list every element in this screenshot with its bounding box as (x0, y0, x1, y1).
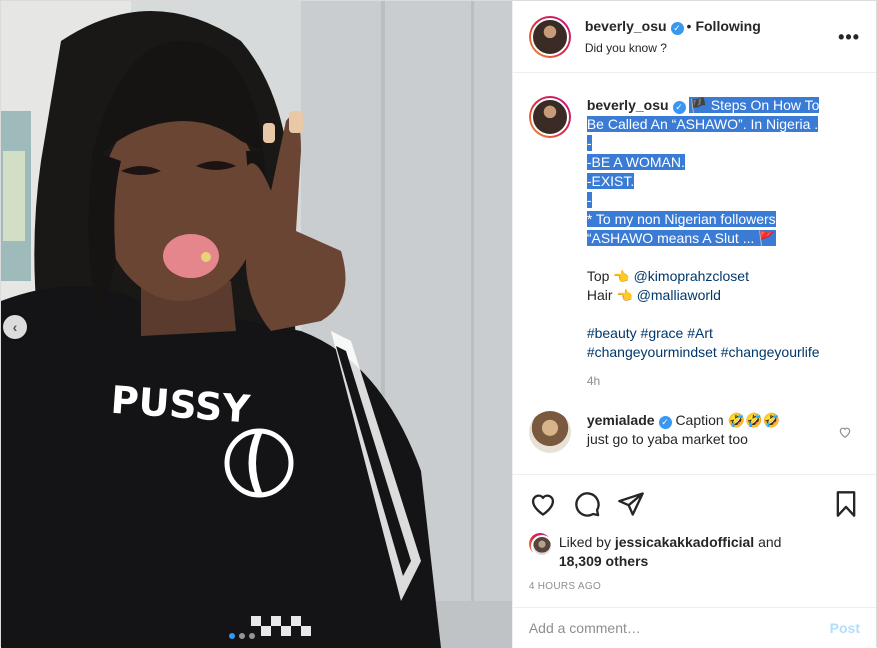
comments-section: beverly_osu ✓ 🏴 Steps On How To Be Called… (513, 74, 876, 474)
post-actions: Liked by jessicakakkadofficial and 18,30… (512, 474, 876, 592)
caption-username[interactable]: beverly_osu (587, 97, 669, 113)
post-timestamp[interactable]: 4 HOURS AGO (529, 581, 860, 592)
carousel-dot (239, 633, 245, 639)
post-header: beverly_osu ✓ • Following Did you know ? ••… (512, 1, 876, 73)
comment-item: yemialade ✓ Caption 🤣🤣🤣 just go to yaba m… (528, 411, 860, 453)
commenter-username[interactable]: yemialade (587, 412, 655, 428)
carousel-indicator (229, 633, 255, 639)
post-location[interactable]: Did you know ? (585, 41, 761, 55)
hashtag-line[interactable]: #beauty #grace #Art (587, 324, 845, 343)
pointing-hand-icon: 👈 (616, 288, 633, 303)
carousel-dot (249, 633, 255, 639)
author-avatar[interactable] (528, 15, 571, 58)
pointing-hand-icon: 👈 (613, 269, 630, 284)
more-icon[interactable]: ••• (838, 27, 860, 48)
caption-line: - (586, 192, 592, 208)
caption-line: 🏴 Steps On How To (689, 97, 820, 113)
caption-line: -EXIST. (586, 173, 635, 189)
header-separator: • (686, 18, 692, 34)
comment-input[interactable] (528, 620, 830, 636)
caption-line: * To my non Nigerian followers (586, 211, 776, 227)
verified-icon: ✓ (670, 22, 684, 35)
comment-text: Caption 🤣🤣🤣 (675, 412, 780, 428)
liker-avatar[interactable] (528, 533, 553, 557)
verified-icon: ✓ (672, 101, 686, 114)
share-icon[interactable] (617, 490, 645, 518)
verified-icon: ✓ (658, 416, 672, 429)
caption-line: - (586, 135, 592, 151)
post-media[interactable]: PUSSY ‹ (1, 1, 512, 648)
heart-icon[interactable] (529, 490, 557, 518)
chevron-left-icon: ‹ (12, 319, 18, 335)
carousel-dot (229, 633, 235, 639)
heart-small-icon[interactable] (838, 425, 852, 439)
post-comment-button[interactable]: Post (830, 620, 860, 636)
likes-and: and (758, 534, 782, 550)
liker-username[interactable]: jessicakakkadofficial (615, 534, 754, 550)
liked-by-label: Liked by (558, 534, 611, 550)
add-comment-bar: Post (512, 607, 876, 648)
caption-avatar[interactable] (528, 96, 571, 138)
hashtag-line[interactable]: #changeyourmindset #changeyourlife (587, 343, 845, 362)
caption-line: -BE A WOMAN. (586, 154, 685, 170)
post-caption: beverly_osu ✓ 🏴 Steps On How To Be Called… (528, 96, 860, 391)
caption-line: Be Called An “ASHAWO”. In Nigeria . (586, 116, 819, 132)
likes-others[interactable]: 18,309 others (559, 553, 649, 569)
caption-line: “ASHAWO means A Slut ... 🚩 (586, 230, 776, 246)
author-username[interactable]: beverly_osu (585, 18, 667, 34)
credit-label: Top (586, 268, 610, 284)
prev-slide-button[interactable]: ‹ (3, 315, 27, 339)
post-dialog: PUSSY ‹ beverly_osu ✓ • Following Did you k… (0, 0, 877, 648)
commenter-avatar[interactable] (528, 411, 571, 453)
mention-link[interactable]: @kimoprahzcloset (634, 268, 749, 284)
comment-text: just go to yaba market too (586, 431, 748, 447)
credit-label: Hair (586, 287, 613, 303)
post-details: beverly_osu ✓ • Following Did you know ? ••… (511, 1, 876, 648)
comment-icon[interactable] (573, 490, 601, 518)
following-button[interactable]: Following (695, 18, 760, 34)
mention-link[interactable]: @malliaworld (637, 287, 721, 303)
likes-summary: Liked by jessicakakkadofficial and 18,30… (528, 533, 860, 571)
post-photo: PUSSY (1, 1, 512, 648)
save-icon[interactable] (832, 490, 860, 518)
caption-time[interactable]: 4h (587, 372, 845, 391)
